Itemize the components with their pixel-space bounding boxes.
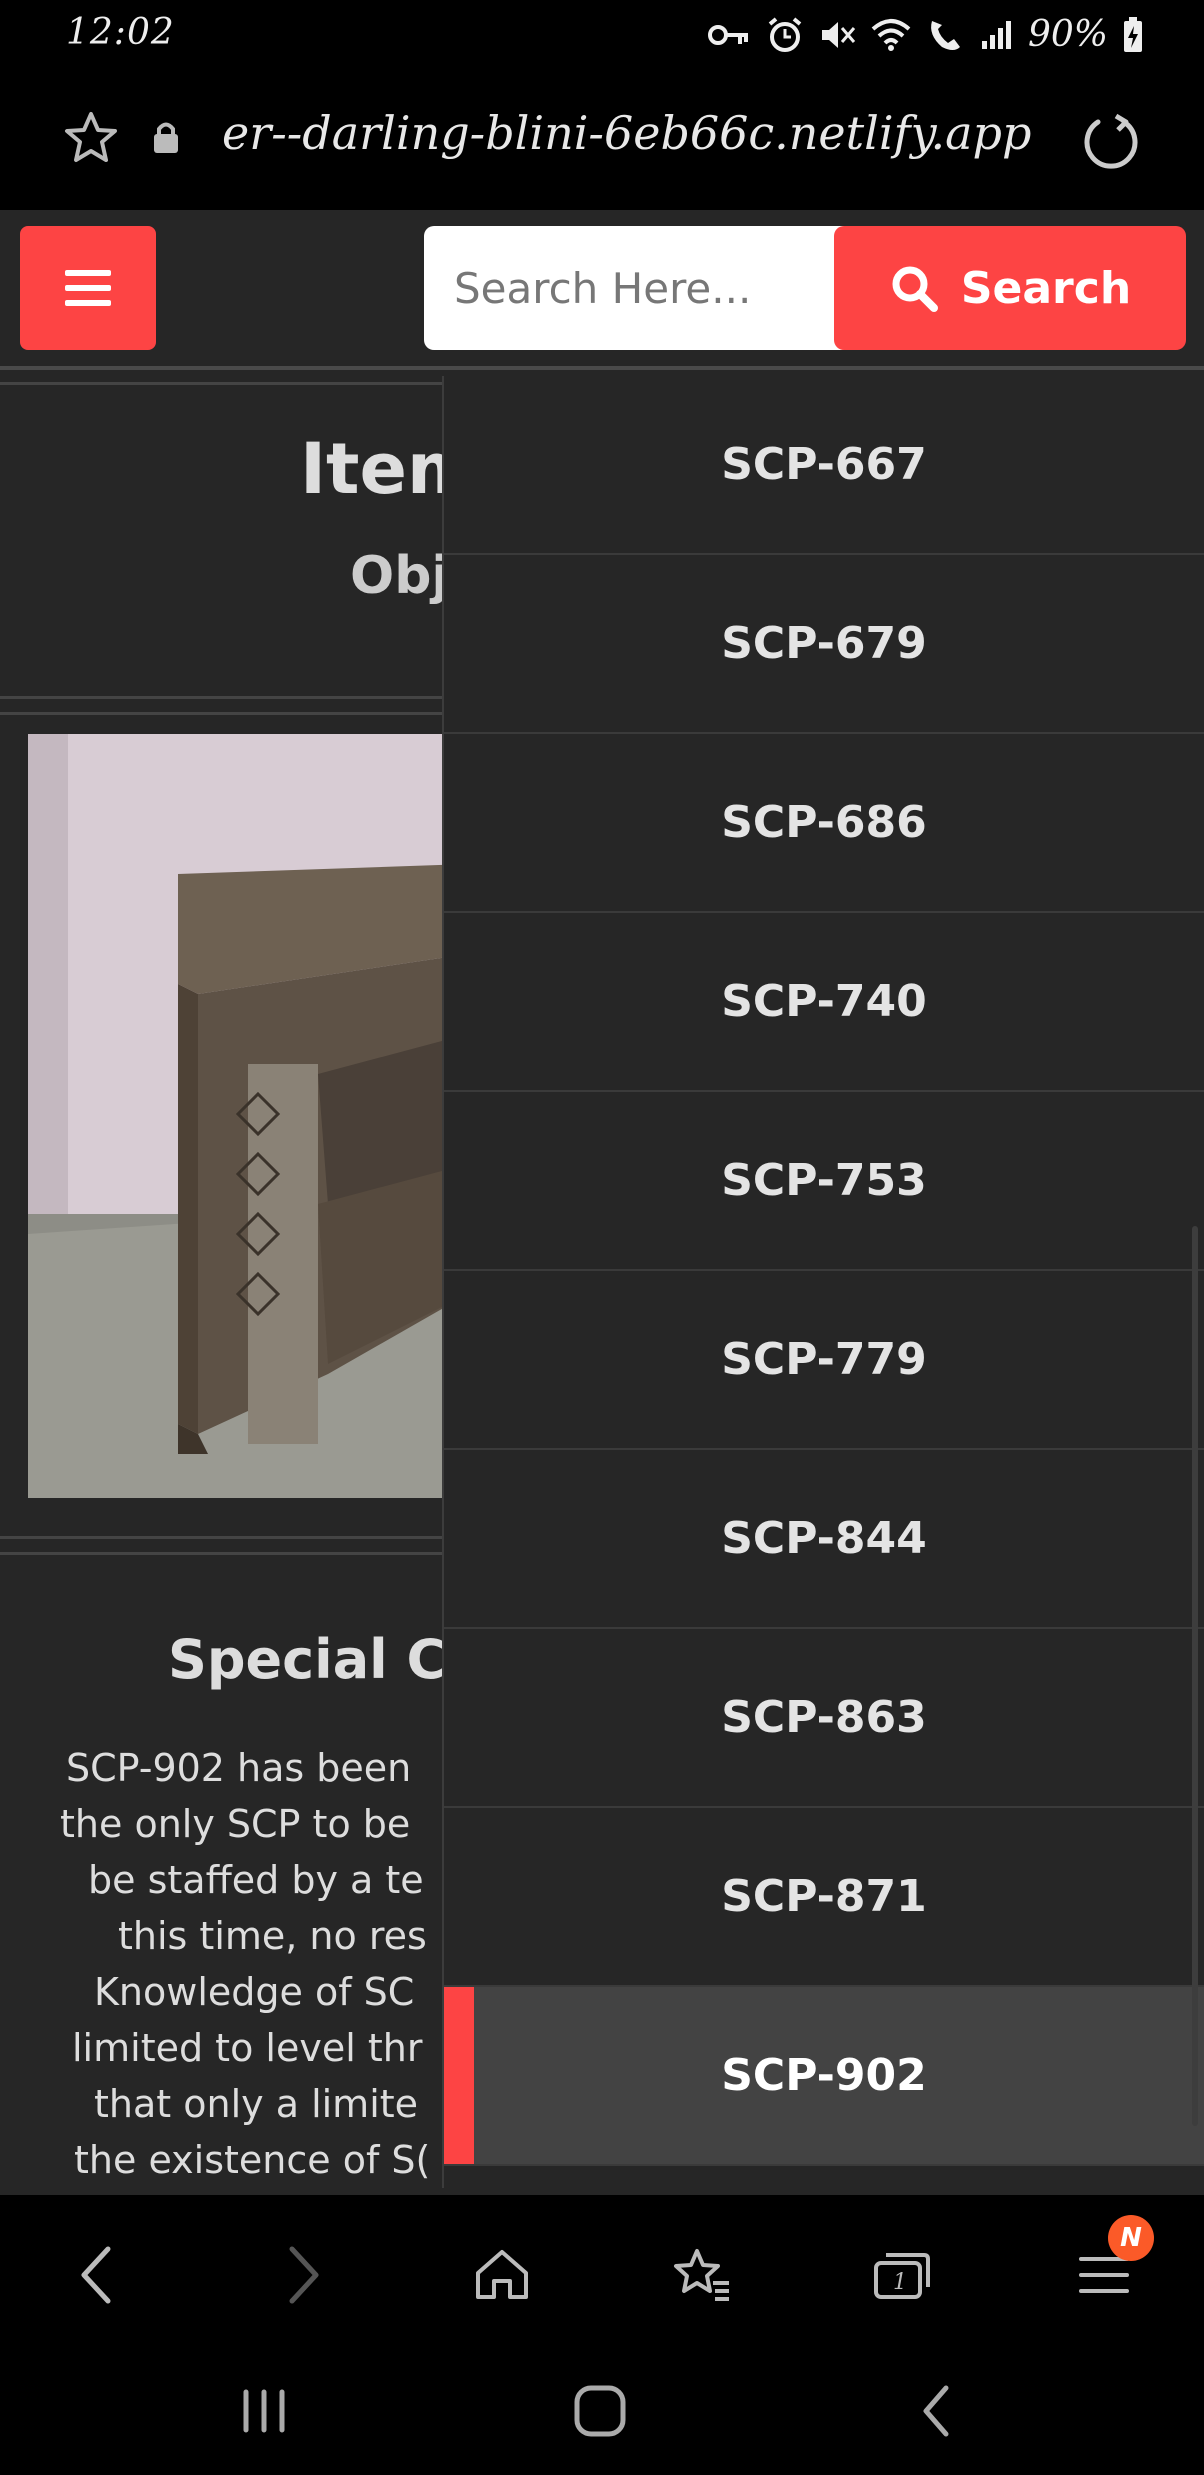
site-header: Search [0,210,1204,370]
home-nav-button[interactable] [560,2371,640,2451]
battery-percent: 90% [1027,14,1108,55]
key-icon [707,24,748,45]
menu-item-scp-679[interactable]: SCP-679 [444,555,1204,734]
tabs-icon: 1 [874,2253,930,2299]
wifi-calling-icon [931,20,960,50]
back-nav-button[interactable] [896,2371,976,2451]
search-icon [892,266,938,312]
special-containment-heading: Special Co [168,1628,484,1691]
bookmarks-star-list-icon [674,2249,729,2301]
bookmark-star-icon[interactable] [62,110,120,166]
back-arrow-icon [81,2246,111,2304]
browser-bottom-bar: 1 N [0,2195,1204,2345]
forward-arrow-icon [289,2246,319,2304]
notification-badge: N [1108,2215,1154,2261]
menu-item-scp-740[interactable]: SCP-740 [444,913,1204,1092]
url-text[interactable]: er--darling-blini-6eb66c.netlify.app [222,106,1031,160]
search-button[interactable]: Search [834,226,1186,350]
recent-apps-icon [243,2389,285,2433]
lock-icon [154,122,178,153]
browser-url-bar: er--darling-blini-6eb66c.netlify.app [0,70,1204,280]
home-button[interactable] [462,2235,542,2315]
status-bar: 12:02 90% [0,0,1204,70]
menu-item-scp-686[interactable]: SCP-686 [444,734,1204,913]
scp-photo [28,734,468,1498]
back-button[interactable] [56,2235,136,2315]
signal-icon [981,20,1011,49]
menu-item-scp-779[interactable]: SCP-779 [444,1271,1204,1450]
object-class: Obj [350,546,450,606]
wifi-icon [871,18,911,51]
recent-apps-button[interactable] [224,2371,304,2451]
status-icons: 90% [707,14,1144,55]
bookmarks-button[interactable] [662,2235,742,2315]
wooden-chest-image [28,734,468,1498]
home-square-icon [574,2385,626,2437]
menu-button[interactable] [20,226,156,350]
search-button-label: Search [960,262,1132,314]
tabs-button[interactable]: 1 [862,2235,942,2315]
home-icon [476,2250,528,2299]
dropdown-scrollbar[interactable] [1192,1226,1198,2126]
menu-item-scp-863[interactable]: SCP-863 [444,1629,1204,1808]
menu-item-scp-871[interactable]: SCP-871 [444,1808,1204,1987]
alarm-icon [768,16,802,52]
battery-charging-icon [1124,16,1142,52]
menu-item-scp-844[interactable]: SCP-844 [444,1450,1204,1629]
web-page: Search Item Obj [0,210,1204,2395]
search-input[interactable] [424,226,844,350]
scp-dropdown-menu: SCP-667 SCP-679 SCP-686 SCP-740 SCP-753 … [442,376,1204,2188]
hamburger-icon [65,270,111,306]
svg-text:1: 1 [893,2270,907,2295]
menu-item-scp-753[interactable]: SCP-753 [444,1092,1204,1271]
android-nav-bar [0,2345,1204,2475]
menu-item-scp-667[interactable]: SCP-667 [444,376,1204,555]
mute-icon [821,21,856,48]
status-time: 12:02 [66,12,175,53]
forward-button[interactable] [264,2235,344,2315]
menu-item-scp-902-active[interactable]: SCP-902 [444,1987,1204,2166]
reload-icon[interactable] [1082,112,1140,170]
back-chevron-icon [923,2385,949,2437]
